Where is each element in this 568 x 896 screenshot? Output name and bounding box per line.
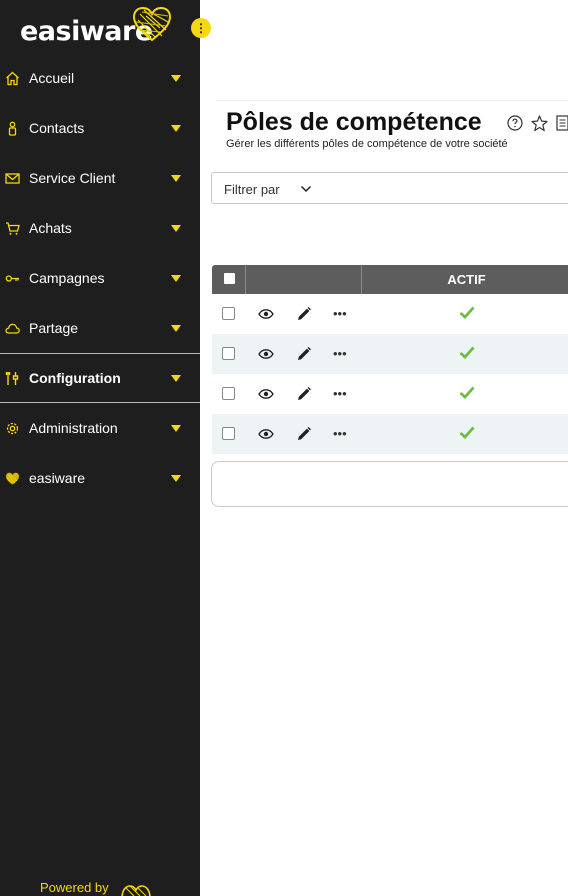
heart-logo-icon — [121, 885, 151, 896]
chevron-down-icon[interactable] — [171, 474, 181, 482]
edit-icon[interactable] — [296, 426, 312, 442]
mail-icon — [4, 170, 20, 186]
sidebar-item-campagnes[interactable]: Campagnes — [0, 253, 200, 303]
check-icon — [459, 306, 475, 319]
sidebar-item-label: Contacts — [29, 120, 85, 136]
edit-icon[interactable] — [296, 386, 312, 402]
more-actions-icon[interactable]: ••• — [333, 306, 347, 321]
sidebar-item-label: Partage — [29, 320, 79, 336]
sidebar-item-service-client[interactable]: Service Client — [0, 153, 200, 203]
table-header: ACTIF — [212, 265, 568, 294]
sidebar-item-easiware[interactable]: easiware — [0, 453, 200, 503]
main-content: Pôles de compétence Gérer les différents… — [200, 0, 568, 896]
person-icon — [4, 120, 20, 136]
chevron-down-icon[interactable] — [171, 424, 181, 432]
view-icon[interactable] — [258, 349, 274, 359]
sidebar-item-label: Accueil — [29, 70, 75, 86]
sidebar-item-label: Configuration — [29, 370, 121, 386]
chevron-down-icon[interactable] — [171, 224, 181, 232]
table-row: ••• — [212, 414, 568, 454]
table-row: ••• — [212, 334, 568, 374]
row-checkbox[interactable] — [222, 387, 235, 400]
chevron-down-icon[interactable] — [171, 324, 181, 332]
chevron-down-icon[interactable] — [171, 174, 181, 182]
home-icon — [4, 70, 20, 86]
table-row: ••• — [212, 374, 568, 414]
sidebar: easiware Accueil Contacts Service Client… — [0, 0, 200, 896]
heart-icon — [4, 470, 20, 486]
sidebar-item-administration[interactable]: Administration — [0, 403, 200, 453]
title-actions — [507, 115, 568, 132]
view-icon[interactable] — [258, 389, 274, 399]
more-actions-icon[interactable]: ••• — [333, 386, 347, 401]
column-header-actif[interactable]: ACTIF — [362, 265, 568, 294]
table-footer-panel — [211, 461, 568, 507]
more-actions-icon[interactable]: ••• — [333, 346, 347, 361]
sidebar-item-label: Achats — [29, 220, 72, 236]
divider — [216, 100, 568, 101]
view-icon[interactable] — [258, 309, 274, 319]
chevron-down-icon — [300, 185, 312, 193]
sidebar-item-achats[interactable]: Achats — [0, 203, 200, 253]
powered-by-text: Powered by — [40, 880, 109, 895]
chevron-down-icon[interactable] — [171, 274, 181, 282]
page-title: Pôles de compétence — [226, 108, 482, 136]
check-icon — [459, 426, 475, 439]
document-icon[interactable] — [556, 115, 568, 131]
more-actions-icon[interactable]: ••• — [333, 426, 347, 441]
gear-icon — [4, 420, 20, 436]
heart-logo-icon — [132, 6, 172, 42]
check-icon — [459, 386, 475, 399]
sidebar-item-label: Service Client — [29, 170, 116, 186]
view-icon[interactable] — [258, 429, 274, 439]
filter-label: Filtrer par — [224, 182, 280, 197]
chevron-down-icon[interactable] — [171, 74, 181, 82]
help-icon[interactable] — [507, 115, 523, 131]
sidebar-item-configuration[interactable]: Configuration — [0, 353, 200, 403]
sidebar-toggle-button[interactable]: ⋮ — [191, 18, 211, 38]
filter-dropdown[interactable]: Filtrer par — [211, 172, 568, 204]
cloud-icon — [4, 320, 20, 336]
sidebar-nav: Accueil Contacts Service Client Achats C… — [0, 53, 200, 503]
edit-icon[interactable] — [296, 306, 312, 322]
table-row: ••• — [212, 294, 568, 334]
row-checkbox[interactable] — [222, 307, 235, 320]
column-divider — [245, 265, 246, 294]
tools-icon — [4, 370, 20, 386]
page-subtitle: Gérer les différents pôles de compétence… — [226, 138, 508, 150]
select-all-checkbox[interactable] — [224, 273, 235, 284]
sidebar-item-accueil[interactable]: Accueil — [0, 53, 200, 103]
cart-icon — [4, 220, 20, 236]
sidebar-item-label: Campagnes — [29, 270, 105, 286]
logo[interactable]: easiware — [20, 6, 180, 50]
row-checkbox[interactable] — [222, 347, 235, 360]
chevron-down-icon[interactable] — [171, 374, 181, 382]
sidebar-item-contacts[interactable]: Contacts — [0, 103, 200, 153]
sidebar-item-label: easiware — [29, 470, 86, 486]
data-table: ACTIF ••• ••• ••• ••• — [212, 265, 568, 454]
star-icon[interactable] — [531, 115, 548, 132]
edit-icon[interactable] — [296, 346, 312, 362]
check-icon — [459, 346, 475, 359]
key-icon — [4, 270, 20, 286]
sidebar-item-label: Administration — [29, 420, 118, 436]
chevron-down-icon[interactable] — [171, 124, 181, 132]
sidebar-item-partage[interactable]: Partage — [0, 303, 200, 353]
row-checkbox[interactable] — [222, 427, 235, 440]
